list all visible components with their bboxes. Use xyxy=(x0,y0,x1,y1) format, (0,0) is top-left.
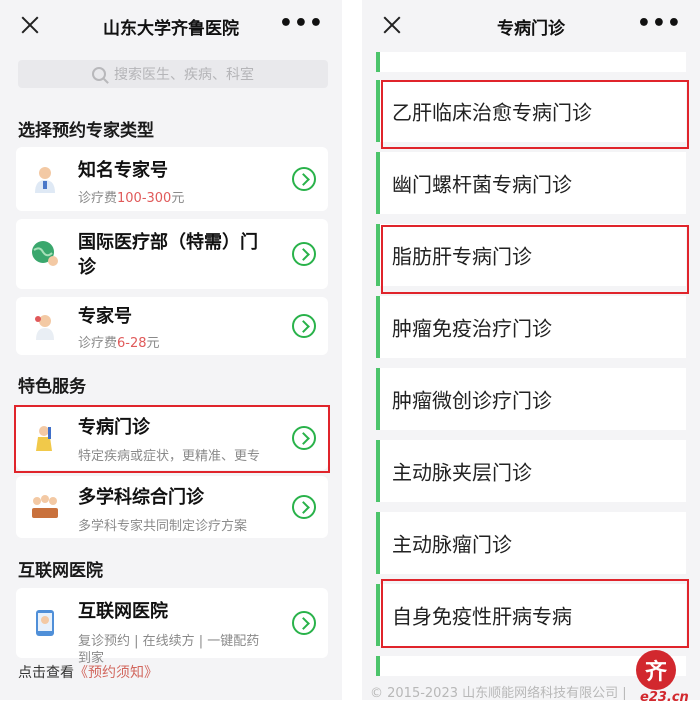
page-title: 专病门诊 xyxy=(497,18,565,39)
list-item-label: 肿瘤免疫治疗门诊 xyxy=(392,316,552,341)
watermark-text: e23.cn xyxy=(640,690,689,705)
card-subtitle: 诊疗费100-300元 xyxy=(78,191,185,206)
navbar: 专病门诊 ••• xyxy=(362,0,700,52)
navbar: 山东大学齐鲁医院 ••• xyxy=(0,0,342,52)
search-input[interactable]: 搜索医生、疾病、科室 xyxy=(18,60,328,88)
list-item[interactable]: 肿瘤免疫治疗门诊 xyxy=(376,296,686,358)
chevron-right-icon xyxy=(292,314,316,338)
internet-hospital-card[interactable]: 互联网医院 复诊预约 | 在线续方 | 一键配药 到家 xyxy=(16,588,328,666)
list-item[interactable]: 主动脉瘤门诊 xyxy=(376,512,686,574)
section-title-internet-hospital: 互联网医院 xyxy=(18,561,103,581)
list-item-label: 幽门螺杆菌专病门诊 xyxy=(392,172,572,197)
list-item-label: 肿瘤微创诊疗门诊 xyxy=(392,388,552,413)
search-placeholder: 搜索医生、疾病、科室 xyxy=(114,67,254,83)
list-item[interactable]: 主动脉夹层门诊 xyxy=(376,440,686,502)
section-title-expert-type: 选择预约专家类型 xyxy=(18,121,154,141)
chevron-right-icon xyxy=(292,167,316,191)
card-title: 多学科综合门诊 xyxy=(78,487,204,508)
close-icon[interactable] xyxy=(380,13,404,37)
special-clinic-screen: 专病门诊 ••• 乙肝临床治愈专病门诊 幽门螺杆菌专病门诊 脂肪肝专病门诊 肿瘤… xyxy=(362,0,700,700)
notice-link[interactable]: 《预约须知》 xyxy=(74,665,158,681)
doctor-icon xyxy=(35,315,54,340)
highlight-frame xyxy=(381,80,689,149)
chevron-right-icon xyxy=(292,242,316,266)
list-item-label: 主动脉瘤门诊 xyxy=(392,532,512,557)
appointment-notice: 点击查看《预约须知》 xyxy=(18,662,158,682)
chevron-right-icon xyxy=(292,495,316,519)
close-icon[interactable] xyxy=(18,13,42,37)
globe-doctor-icon xyxy=(32,241,58,266)
international-clinic-card[interactable]: 国际医疗部（特需）门 诊 xyxy=(16,219,328,289)
card-title: 知名专家号 xyxy=(78,160,168,181)
list-item[interactable]: 肿瘤微创诊疗门诊 xyxy=(376,368,686,430)
section-title-special-service: 特色服务 xyxy=(18,377,86,397)
highlight-frame xyxy=(381,579,689,648)
expert-card[interactable]: 专家号 诊疗费6-28元 xyxy=(16,297,328,355)
card-title: 专家号 xyxy=(78,306,132,327)
phone-doctor-icon xyxy=(36,610,54,636)
card-title-line1: 国际医疗部（特需）门 xyxy=(78,232,258,253)
more-icon[interactable]: ••• xyxy=(279,13,324,35)
list-item[interactable]: 幽门螺杆菌专病门诊 xyxy=(376,152,686,214)
card-subtitle: 诊疗费6-28元 xyxy=(78,336,160,351)
doctor-icon xyxy=(35,167,55,193)
site-logo-watermark: 齐 xyxy=(636,650,676,690)
home-screen: 山东大学齐鲁医院 ••• 搜索医生、疾病、科室 选择预约专家类型 知名专家号 诊… xyxy=(0,0,342,700)
more-icon[interactable]: ••• xyxy=(637,13,682,35)
team-icon xyxy=(32,495,58,518)
card-title: 互联网医院 xyxy=(78,601,168,622)
card-subtitle: 多学科专家共同制定诊疗方案 xyxy=(78,519,248,534)
list-item-partial xyxy=(376,52,686,72)
chevron-right-icon xyxy=(292,611,316,635)
mdt-clinic-card[interactable]: 多学科综合门诊 多学科专家共同制定诊疗方案 xyxy=(16,476,328,538)
card-title-line2: 诊 xyxy=(78,257,96,278)
highlight-frame xyxy=(381,225,689,294)
highlight-frame xyxy=(14,405,330,473)
page-title: 山东大学齐鲁医院 xyxy=(103,18,239,39)
copyright-footer: © 2015-2023 山东顺能网络科技有限公司 | xyxy=(370,686,627,700)
famous-expert-card[interactable]: 知名专家号 诊疗费100-300元 xyxy=(16,147,328,211)
list-item-label: 主动脉夹层门诊 xyxy=(392,460,532,485)
card-subtitle-line1: 复诊预约 | 在线续方 | 一键配药 xyxy=(78,634,260,649)
search-icon xyxy=(92,67,106,81)
notice-prefix: 点击查看 xyxy=(18,665,74,681)
